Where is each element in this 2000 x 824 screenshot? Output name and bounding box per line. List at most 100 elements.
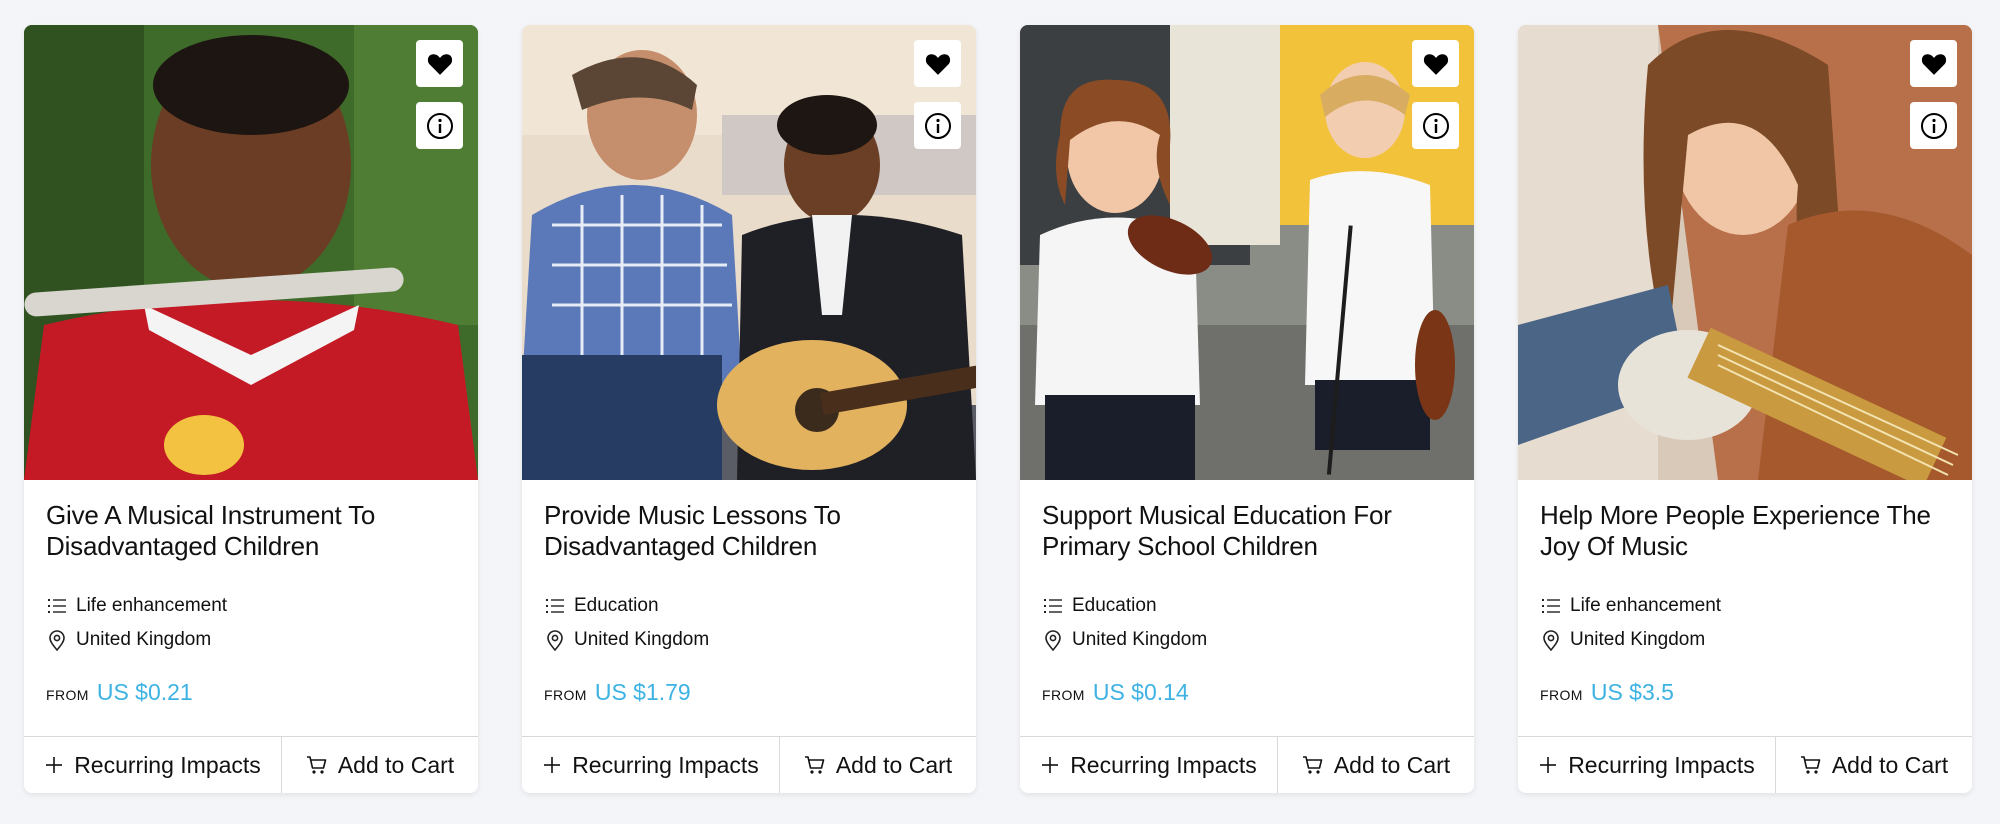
add-to-cart-label: Add to Cart [835,751,953,778]
product-title[interactable]: Support Musical Education For Primary Sc… [1042,500,1452,562]
category-label: Education [574,595,659,616]
location-pin-icon [46,629,68,651]
cart-icon [306,754,328,776]
teacher-guitar-lesson-photo [522,25,976,480]
info-icon [426,112,453,139]
category-row: Life enhancement [46,589,456,623]
location-label: United Kingdom [1570,629,1706,650]
product-meta: Life enhancement United Kingdom [46,589,456,657]
price: FROM US $0.21 [46,679,456,715]
price-amount: US $0.21 [96,679,193,705]
product-image[interactable] [24,25,478,480]
card-body: Help More People Experience The Joy Of M… [1518,480,1972,715]
category-label: Life enhancement [76,595,228,616]
price: FROM US $0.14 [1042,679,1452,715]
product-meta: Education United Kingdom [1042,589,1452,657]
info-icon [1422,112,1449,139]
product-card[interactable]: Support Musical Education For Primary Sc… [1020,25,1474,793]
product-title[interactable]: Provide Music Lessons To Disadvantaged C… [544,500,954,562]
favorite-button[interactable] [1412,40,1459,87]
woman-electric-guitar-photo [1518,25,1972,480]
location-row: United Kingdom [544,623,954,657]
location-row: United Kingdom [1042,623,1452,657]
favorite-button[interactable] [914,40,961,87]
price-amount: US $3.5 [1590,679,1674,705]
recurring-impacts-button[interactable]: Recurring Impacts [522,737,780,793]
plus-icon [44,755,64,775]
cart-icon [804,754,826,776]
plus-icon [1040,755,1060,775]
recurring-impacts-label: Recurring Impacts [1568,751,1755,778]
product-image[interactable] [1518,25,1972,480]
card-body: Support Musical Education For Primary Sc… [1020,480,1474,715]
favorite-button[interactable] [1910,40,1957,87]
product-card[interactable]: Help More People Experience The Joy Of M… [1518,25,1972,793]
price: FROM US $1.79 [544,679,954,715]
info-button[interactable] [1910,102,1957,149]
category-label: Life enhancement [1570,595,1722,616]
price-amount: US $1.79 [594,679,691,705]
location-label: United Kingdom [76,629,212,650]
list-icon [1042,595,1064,617]
plus-icon [542,755,562,775]
from-label: FROM [1540,687,1583,703]
location-row: United Kingdom [46,623,456,657]
info-button[interactable] [1412,102,1459,149]
product-grid: Give A Musical Instrument To Disadvantag… [24,25,1972,793]
product-meta: Life enhancement United Kingdom [1540,589,1950,657]
children-with-violins-photo [1020,25,1474,480]
location-row: United Kingdom [1540,623,1950,657]
card-actions: Recurring Impacts Add to Cart [1518,736,1972,793]
info-icon [1920,112,1947,139]
category-row: Education [544,589,954,623]
cart-icon [1302,754,1324,776]
card-body: Give A Musical Instrument To Disadvantag… [24,480,478,715]
product-meta: Education United Kingdom [544,589,954,657]
card-actions: Recurring Impacts Add to Cart [1020,736,1474,793]
heart-icon [925,53,950,75]
from-label: FROM [46,687,89,703]
add-to-cart-label: Add to Cart [1831,751,1949,778]
product-image[interactable] [1020,25,1474,480]
category-label: Education [1072,595,1157,616]
location-label: United Kingdom [574,629,710,650]
heart-icon [427,53,452,75]
add-to-cart-button[interactable]: Add to Cart [780,737,976,793]
card-body: Provide Music Lessons To Disadvantaged C… [522,480,976,715]
product-title[interactable]: Give A Musical Instrument To Disadvantag… [46,500,456,562]
list-icon [1540,595,1562,617]
product-card[interactable]: Provide Music Lessons To Disadvantaged C… [522,25,976,793]
category-row: Education [1042,589,1452,623]
info-icon [924,112,951,139]
recurring-impacts-button[interactable]: Recurring Impacts [24,737,282,793]
product-image[interactable] [522,25,976,480]
cart-icon [1800,754,1822,776]
add-to-cart-button[interactable]: Add to Cart [1278,737,1474,793]
boy-playing-flute-photo [24,25,478,480]
price: FROM US $3.5 [1540,679,1950,715]
location-pin-icon [544,629,566,651]
from-label: FROM [544,687,587,703]
card-actions: Recurring Impacts Add to Cart [24,736,478,793]
product-title[interactable]: Help More People Experience The Joy Of M… [1540,500,1950,562]
add-to-cart-button[interactable]: Add to Cart [282,737,478,793]
recurring-impacts-label: Recurring Impacts [74,751,261,778]
info-button[interactable] [416,102,463,149]
location-pin-icon [1042,629,1064,651]
recurring-impacts-button[interactable]: Recurring Impacts [1020,737,1278,793]
list-icon [544,595,566,617]
recurring-impacts-label: Recurring Impacts [572,751,759,778]
card-actions: Recurring Impacts Add to Cart [522,736,976,793]
heart-icon [1423,53,1448,75]
location-label: United Kingdom [1072,629,1208,650]
category-row: Life enhancement [1540,589,1950,623]
add-to-cart-button[interactable]: Add to Cart [1776,737,1972,793]
recurring-impacts-label: Recurring Impacts [1070,751,1257,778]
info-button[interactable] [914,102,961,149]
price-amount: US $0.14 [1092,679,1189,705]
favorite-button[interactable] [416,40,463,87]
heart-icon [1921,53,1946,75]
product-card[interactable]: Give A Musical Instrument To Disadvantag… [24,25,478,793]
recurring-impacts-button[interactable]: Recurring Impacts [1518,737,1776,793]
location-pin-icon [1540,629,1562,651]
